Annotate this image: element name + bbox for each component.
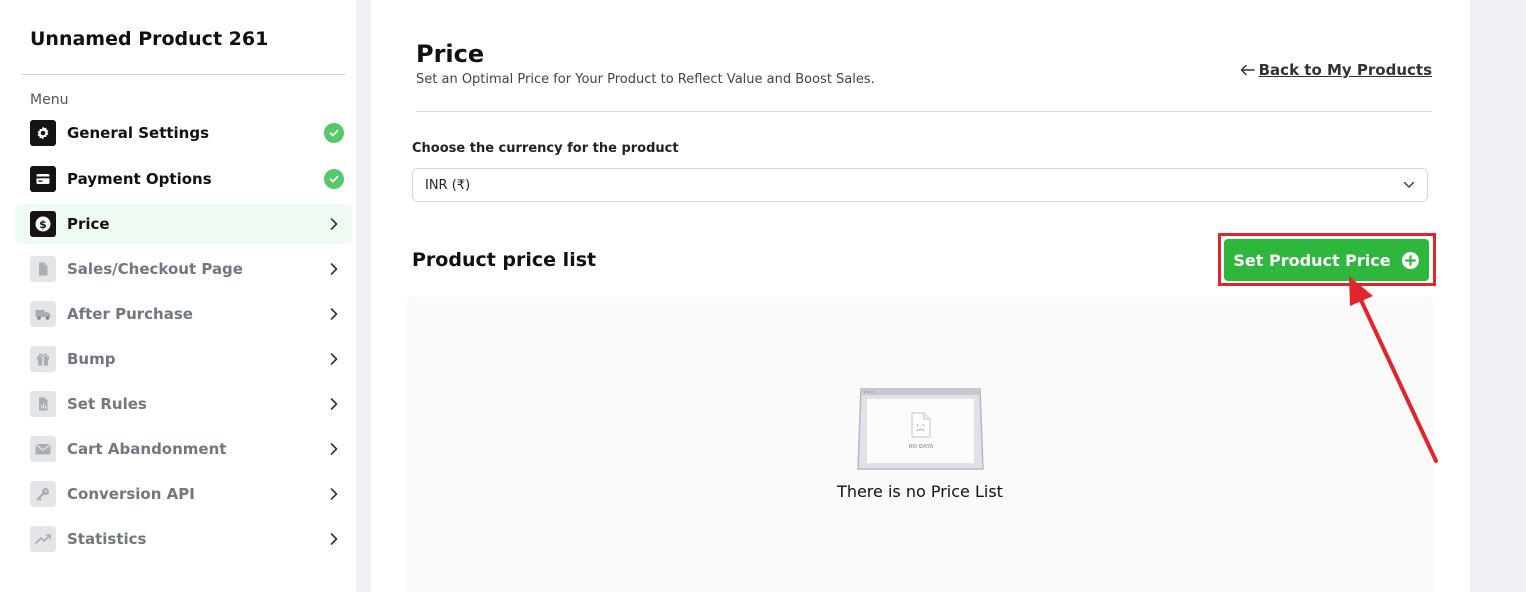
sidebar-item-label: Set Rules — [67, 395, 147, 413]
sidebar-item-conversion-api[interactable]: Conversion API — [15, 474, 352, 514]
sidebar-item-label: After Purchase — [67, 305, 193, 323]
chevron-right-icon — [324, 304, 344, 324]
key-icon — [30, 481, 56, 507]
sidebar-item-sales-checkout-page[interactable]: Sales/Checkout Page — [15, 249, 352, 289]
chevron-down-icon — [1403, 181, 1415, 188]
envelope-icon — [30, 436, 56, 462]
sidebar-item-payment-options[interactable]: Payment Options — [15, 159, 352, 199]
page-subtitle: Set an Optimal Price for Your Product to… — [416, 72, 875, 87]
chevron-right-icon — [324, 529, 344, 549]
page-title: Price — [416, 40, 485, 68]
sidebar-item-statistics[interactable]: Statistics — [15, 519, 352, 559]
arrow-left-icon — [1240, 64, 1255, 76]
check-icon — [324, 169, 344, 189]
back-to-products-link[interactable]: Back to My Products — [1240, 61, 1432, 79]
currency-label: Choose the currency for the product — [412, 141, 679, 156]
empty-price-list-panel: NO DATA There is no Price List — [408, 297, 1432, 592]
price-list-title: Product price list — [412, 249, 597, 271]
sidebar-item-price[interactable]: $ Price — [15, 204, 352, 244]
set-price-button-label: Set Product Price — [1233, 250, 1391, 270]
truck-icon — [30, 301, 56, 327]
gear-icon — [30, 120, 56, 146]
file-icon — [30, 256, 56, 282]
sidebar: Unnamed Product 261 Menu General Setting… — [0, 0, 356, 592]
card-icon — [30, 166, 56, 192]
sidebar-item-label: Sales/Checkout Page — [67, 260, 243, 278]
sidebar-item-label: Conversion API — [67, 485, 195, 503]
chevron-right-icon — [324, 349, 344, 369]
chevron-right-icon — [324, 439, 344, 459]
sidebar-item-label: Statistics — [67, 530, 147, 548]
plus-circle-icon — [1401, 251, 1419, 269]
sidebar-item-after-purchase[interactable]: After Purchase — [15, 294, 352, 334]
currency-selected-value: INR (₹) — [425, 177, 471, 193]
trending-up-icon — [30, 526, 56, 552]
report-icon — [30, 391, 56, 417]
sidebar-item-label: Payment Options — [67, 170, 212, 188]
currency-select[interactable]: INR (₹) — [412, 168, 1428, 202]
chevron-right-icon — [324, 259, 344, 279]
back-link-label: Back to My Products — [1258, 61, 1432, 79]
header-divider — [416, 111, 1432, 112]
sidebar-item-general-settings[interactable]: General Settings — [15, 113, 352, 153]
sidebar-item-cart-abandonment[interactable]: Cart Abandonment — [15, 429, 352, 469]
sidebar-divider — [22, 74, 345, 75]
sidebar-item-set-rules[interactable]: Set Rules — [15, 384, 352, 424]
chevron-right-icon — [324, 484, 344, 504]
gift-icon — [30, 346, 56, 372]
svg-text:$: $ — [39, 218, 47, 231]
chevron-right-icon — [324, 214, 344, 234]
dollar-icon: $ — [30, 211, 56, 237]
check-icon — [324, 123, 344, 143]
no-data-caption: NO DATA — [909, 444, 934, 450]
menu-label: Menu — [30, 92, 69, 108]
sidebar-item-label: General Settings — [67, 124, 210, 142]
main-content: Price Set an Optimal Price for Your Prod… — [371, 0, 1470, 592]
sidebar-item-label: Bump — [67, 350, 116, 368]
product-title: Unnamed Product 261 — [30, 28, 269, 50]
set-product-price-button[interactable]: Set Product Price — [1224, 239, 1429, 281]
sidebar-item-label: Cart Abandonment — [67, 440, 227, 458]
sidebar-item-label: Price — [67, 215, 110, 233]
sidebar-item-bump[interactable]: Bump — [15, 339, 352, 379]
empty-state-text: There is no Price List — [837, 482, 1003, 501]
chevron-right-icon — [324, 394, 344, 414]
no-data-illustration: NO DATA — [857, 388, 984, 470]
